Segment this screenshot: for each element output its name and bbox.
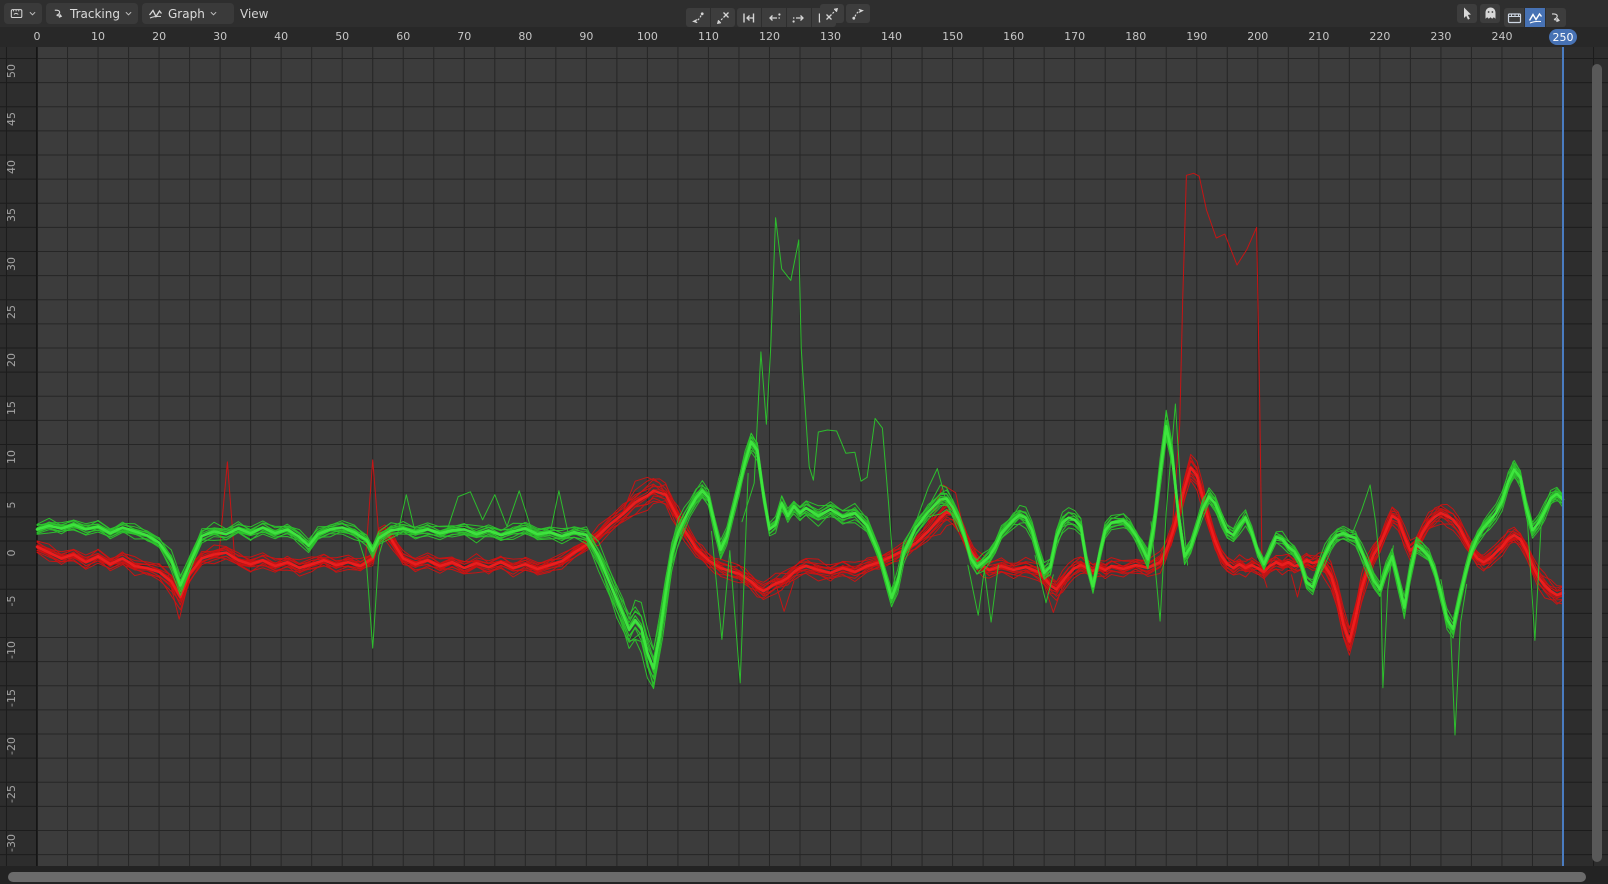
- tracking-mode-label: Tracking: [70, 7, 120, 21]
- ruler-tick-label: 30: [213, 30, 227, 43]
- jump-to-start-button[interactable]: [737, 8, 761, 27]
- clear-track-after-button[interactable]: [820, 4, 844, 23]
- clip-display-icon: [1507, 11, 1522, 25]
- value-axis-tick-label: 35: [6, 204, 18, 226]
- value-axis-tick-label: 15: [6, 397, 18, 419]
- ruler-tick-label: 0: [34, 30, 41, 43]
- clip-editor-icon: [10, 7, 24, 21]
- clear-track-before-button[interactable]: [711, 8, 735, 27]
- value-axis-tick-label: -25: [6, 783, 18, 805]
- ruler-tick-label: 200: [1247, 30, 1268, 43]
- graph-display-toggle[interactable]: [1525, 8, 1545, 27]
- editor-header: Tracking Graph View: [0, 0, 1608, 28]
- current-frame-indicator[interactable]: 250: [1549, 29, 1577, 45]
- value-axis-tick-label: 10: [6, 446, 18, 468]
- graph-view-icon: [148, 7, 163, 21]
- value-axis-tick-label: 25: [6, 301, 18, 323]
- view-menu[interactable]: View: [232, 3, 276, 24]
- horizontal-scrollbar[interactable]: [8, 872, 1586, 882]
- clip-graph-editor: Tracking Graph View: [0, 0, 1608, 884]
- value-axis-tick-label: -30: [6, 832, 18, 854]
- value-axis-tick-label: 45: [6, 108, 18, 130]
- value-axis-tick-label: -5: [6, 590, 18, 612]
- chevron-down-icon: [29, 11, 36, 16]
- value-axis-tick-label: -10: [6, 639, 18, 661]
- ruler-tick-label: 240: [1491, 30, 1512, 43]
- display-toggle-group: [1504, 4, 1566, 23]
- next-keyframe-button[interactable]: [787, 8, 811, 27]
- view-menu-label: View: [240, 7, 268, 21]
- vertical-scrollbar[interactable]: [1592, 64, 1602, 862]
- ruler-tick-label: 230: [1430, 30, 1451, 43]
- ruler-tick-label: 210: [1308, 30, 1329, 43]
- ruler-tick-label: 70: [457, 30, 471, 43]
- graph-plot-area[interactable]: 50454035302520151050-5-10-15-20-25-30: [0, 47, 1608, 866]
- frame-ruler[interactable]: 250 0 10 20 30 40 50 60 70 80 90 100 110 120 130 140 15…: [0, 27, 1608, 48]
- value-axis-tick-label: 5: [6, 494, 18, 516]
- track-forwards-button[interactable]: [846, 4, 870, 23]
- tracking-curve-icon: [52, 7, 65, 21]
- ruler-tick-label: 80: [518, 30, 532, 43]
- track-backwards-button[interactable]: [686, 8, 710, 27]
- ruler-tick-label: 110: [698, 30, 719, 43]
- ruler-tick-label: 190: [1186, 30, 1207, 43]
- value-axis-tick-label: -15: [6, 687, 18, 709]
- ruler-tick-label: 150: [942, 30, 963, 43]
- ruler-tick-label: 90: [579, 30, 593, 43]
- ruler-tick-label: 50: [335, 30, 349, 43]
- editor-type-dropdown[interactable]: [4, 3, 42, 24]
- value-axis-tick-label: 20: [6, 349, 18, 371]
- ruler-tick-label: 220: [1369, 30, 1390, 43]
- next-keyframe-icon: [791, 10, 807, 26]
- ruler-tick-label: 170: [1064, 30, 1085, 43]
- clip-display-toggle[interactable]: [1504, 8, 1524, 27]
- clear-track-after-icon: [824, 6, 840, 22]
- ruler-tick-label: 120: [759, 30, 780, 43]
- show-hidden-toggle[interactable]: [1480, 4, 1500, 23]
- tracking-display-toggle[interactable]: [1546, 8, 1566, 27]
- show-only-selected-toggle[interactable]: [1457, 4, 1477, 23]
- previous-keyframe-icon: [766, 10, 782, 26]
- previous-keyframe-button[interactable]: [762, 8, 786, 27]
- ruler-tick-label: 180: [1125, 30, 1146, 43]
- value-axis-tick-label: 30: [6, 253, 18, 275]
- tracking-display-icon: [1549, 11, 1563, 25]
- value-axis-tick-label: 40: [6, 156, 18, 178]
- graph-display-icon: [1528, 11, 1543, 25]
- track-forwards-icon: [850, 6, 866, 22]
- ruler-tick-label: 40: [274, 30, 288, 43]
- ruler-tick-label: 160: [1003, 30, 1024, 43]
- graph-view-label: Graph: [168, 7, 205, 21]
- chevron-down-icon: [210, 11, 217, 16]
- value-axis-tick-label: 0: [6, 542, 18, 564]
- clear-track-before-icon: [715, 10, 731, 26]
- ruler-tick-label: 20: [152, 30, 166, 43]
- ruler-tick-label: 100: [637, 30, 658, 43]
- tracking-error-curves: [0, 47, 1608, 866]
- track-backwards-icon: [690, 10, 706, 26]
- tracking-mode-dropdown[interactable]: Tracking: [46, 3, 138, 24]
- track-clear-backward-group: [686, 4, 735, 23]
- ruler-tick-label: 130: [820, 30, 841, 43]
- cursor-select-icon: [1460, 6, 1474, 21]
- graph-view-dropdown[interactable]: Graph: [142, 3, 234, 24]
- value-axis-tick-label: 50: [6, 60, 18, 82]
- jump-to-start-icon: [741, 10, 757, 26]
- ruler-tick-label: 10: [91, 30, 105, 43]
- value-axis-tick-label: -20: [6, 735, 18, 757]
- ruler-tick-label: 60: [396, 30, 410, 43]
- chevron-down-icon: [125, 11, 132, 16]
- ruler-tick-label: 140: [881, 30, 902, 43]
- ghost-icon: [1483, 6, 1498, 21]
